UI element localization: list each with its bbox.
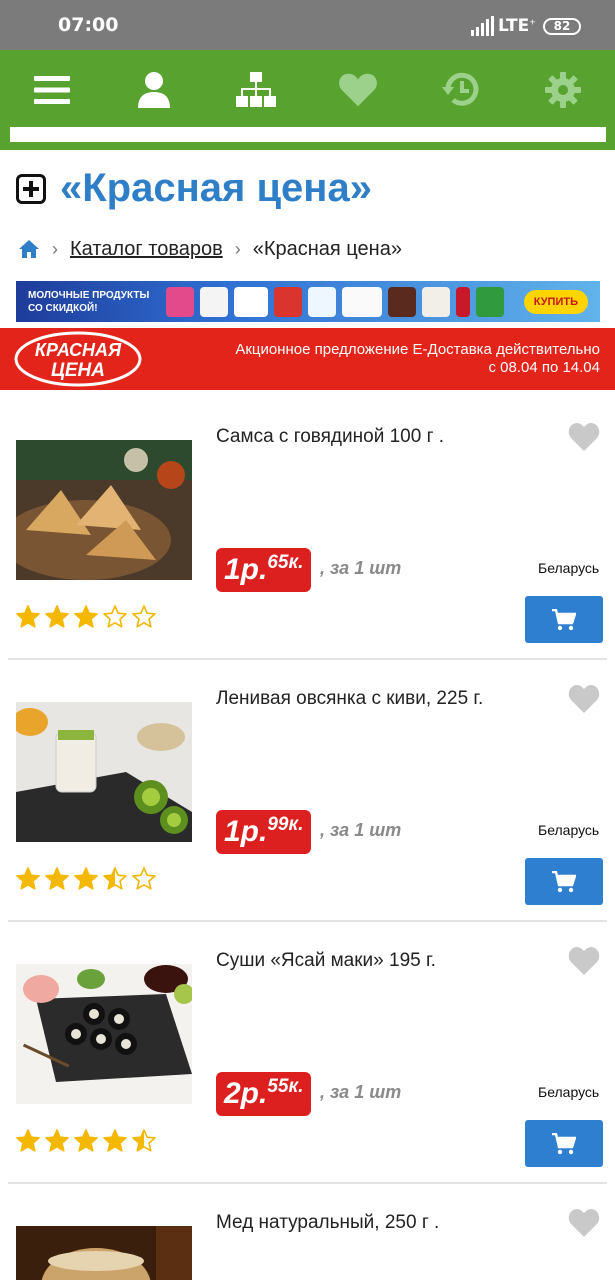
favorite-heart-icon[interactable] <box>568 684 600 714</box>
product-image[interactable] <box>16 702 192 842</box>
status-bar: 07:00 LTE+ 82 <box>0 0 615 50</box>
star-full-icon <box>16 605 40 628</box>
product-card: Ленивая овсянка с киви, 225 г. 1р. 99к. ,… <box>0 660 615 922</box>
svg-text:КРАСНАЯ: КРАСНАЯ <box>35 340 122 360</box>
search-input[interactable] <box>10 132 606 147</box>
price-unit: , за 1 шт <box>320 558 402 578</box>
gear-icon[interactable] <box>543 70 583 110</box>
star-full-icon <box>74 1129 98 1152</box>
star-empty-icon <box>132 867 156 890</box>
breadcrumb-catalog-link[interactable]: Каталог товаров <box>70 238 223 261</box>
star-full-icon <box>45 605 69 628</box>
add-to-cart-button[interactable] <box>525 858 603 905</box>
add-to-cart-button[interactable] <box>525 1120 603 1167</box>
star-empty-icon <box>103 605 127 628</box>
signal-icon <box>471 16 494 36</box>
expand-plus-icon[interactable] <box>16 173 46 204</box>
product-country: Беларусь <box>538 822 600 838</box>
home-icon[interactable] <box>18 239 40 259</box>
svg-text:ЦЕНА: ЦЕНА <box>51 360 105 381</box>
rating-stars <box>16 867 156 890</box>
add-to-cart-button[interactable] <box>525 596 603 643</box>
product-card: Мед натуральный, 250 г . <box>0 1184 615 1280</box>
star-full-icon <box>45 1129 69 1152</box>
favorite-heart-icon[interactable] <box>568 946 600 976</box>
product-image[interactable] <box>16 440 192 580</box>
price-unit: , за 1 шт <box>320 1082 402 1102</box>
star-full-icon <box>74 867 98 890</box>
product-card: Суши «Ясай маки» 195 г. 2р. 55к. , за 1 ш… <box>0 922 615 1184</box>
price-tag: 2р. 55к. <box>216 1072 312 1116</box>
promo-products-image <box>166 281 524 322</box>
cart-icon <box>552 870 576 892</box>
cart-icon <box>552 608 576 630</box>
status-time: 07:00 <box>58 14 119 36</box>
cart-icon <box>552 1132 576 1154</box>
sitemap-icon[interactable] <box>236 70 276 110</box>
star-full-icon <box>74 605 98 628</box>
battery-indicator: 82 <box>543 18 581 35</box>
product-name[interactable]: Мед натуральный, 250 г . <box>216 1212 439 1234</box>
heart-icon[interactable] <box>338 70 378 110</box>
top-navigation <box>0 50 615 150</box>
star-full-icon <box>103 1129 127 1152</box>
star-full-icon <box>16 867 40 890</box>
star-full-icon <box>16 1129 40 1152</box>
rating-stars <box>16 1129 156 1152</box>
user-icon[interactable] <box>134 70 174 110</box>
offer-text: Акционное предложение Е-Доставка действи… <box>235 341 600 376</box>
star-empty-icon <box>132 605 156 628</box>
star-half-icon <box>103 867 127 890</box>
price-tag: 1р. 65к. <box>216 548 312 592</box>
product-country: Беларусь <box>538 560 600 576</box>
rating-stars <box>16 605 156 628</box>
breadcrumb: › Каталог товаров › «Красная цена» <box>18 236 402 262</box>
star-full-icon <box>45 867 69 890</box>
product-name[interactable]: Самса с говядиной 100 г . <box>216 426 444 448</box>
product-name[interactable]: Ленивая овсянка с киви, 225 г. <box>216 688 483 710</box>
dairy-promo-banner[interactable]: МОЛОЧНЫЕ ПРОДУКТЫ СО СКИДКОЙ! КУПИТЬ <box>16 281 600 322</box>
page-title: «Красная цена» <box>60 166 372 210</box>
breadcrumb-current: «Красная цена» <box>252 237 402 260</box>
product-image[interactable] <box>16 964 192 1104</box>
product-name[interactable]: Суши «Ясай маки» 195 г. <box>216 950 436 972</box>
product-card: Самса с говядиной 100 г . 1р. 65к. , за 1… <box>0 398 615 660</box>
menu-icon[interactable] <box>32 70 72 110</box>
promo-text: МОЛОЧНЫЕ ПРОДУКТЫ СО СКИДКОЙ! <box>28 289 150 314</box>
krasnaya-cena-logo: КРАСНАЯ ЦЕНА <box>14 331 142 387</box>
search-bar[interactable] <box>10 127 606 147</box>
product-country: Беларусь <box>538 1084 600 1100</box>
star-half-icon <box>132 1129 156 1152</box>
chevron-right-icon: › <box>52 238 58 259</box>
favorite-heart-icon[interactable] <box>568 422 600 452</box>
favorite-heart-icon[interactable] <box>568 1208 600 1238</box>
chevron-right-icon: › <box>234 238 241 259</box>
page-title-block: «Красная цена» <box>16 166 372 211</box>
red-price-banner: КРАСНАЯ ЦЕНА Акционное предложение Е-Дос… <box>0 328 615 390</box>
network-type: LTE+ <box>498 16 536 36</box>
promo-buy-button[interactable]: КУПИТЬ <box>523 289 588 314</box>
history-icon[interactable] <box>441 70 481 110</box>
price-unit: , за 1 шт <box>320 820 402 840</box>
product-image[interactable] <box>16 1226 192 1280</box>
price-tag: 1р. 99к. <box>216 810 312 854</box>
